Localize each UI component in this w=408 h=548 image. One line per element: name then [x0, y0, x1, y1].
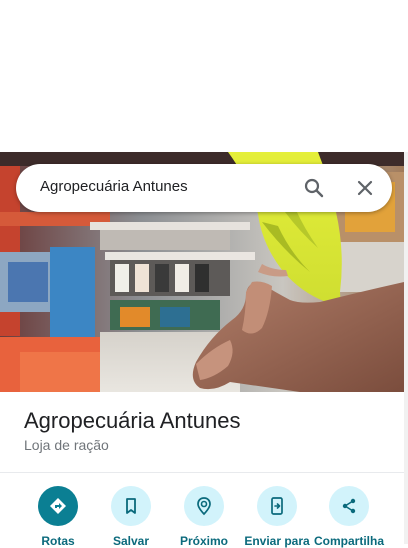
close-icon[interactable] [353, 176, 377, 200]
search-input[interactable]: Agropecuária Antunes [40, 178, 188, 195]
share-label: Compartilha [313, 534, 384, 548]
save-label: Salvar [112, 534, 150, 548]
send-to-phone-button[interactable]: Enviar para [237, 486, 317, 548]
bookmark-icon [111, 486, 151, 526]
divider [0, 472, 404, 473]
scrollbar[interactable] [404, 152, 408, 544]
send-to-phone-label: Enviar para [244, 534, 310, 548]
directions-label: Rotas [41, 534, 75, 548]
share-button[interactable]: Compartilha [309, 486, 389, 548]
save-button[interactable]: Salvar [91, 486, 171, 548]
nearby-icon [184, 486, 224, 526]
nearby-button[interactable]: Próximo [164, 486, 244, 548]
search-bar[interactable]: Agropecuária Antunes [16, 164, 392, 212]
nearby-label: Próximo [179, 534, 228, 548]
place-name: Agropecuária Antunes [24, 408, 241, 433]
share-icon [329, 486, 369, 526]
directions-icon [38, 486, 78, 526]
send-to-phone-icon [257, 486, 297, 526]
place-category: Loja de ração [24, 437, 109, 453]
search-icon[interactable] [302, 176, 326, 200]
action-bar: Rotas Salvar Próximo Enviar para Compart… [0, 486, 404, 548]
map-blank-area [0, 0, 408, 152]
directions-button[interactable]: Rotas [18, 486, 98, 548]
